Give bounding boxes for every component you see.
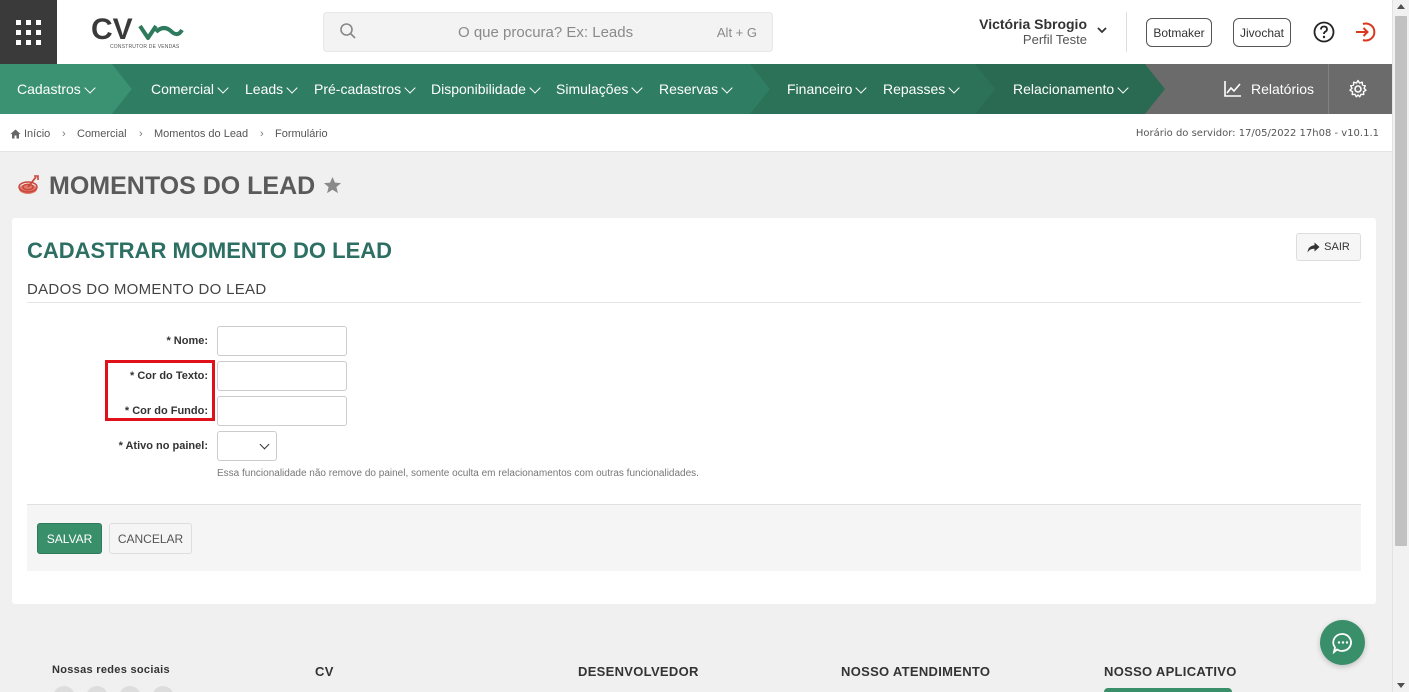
chevron-down-icon	[721, 81, 733, 94]
nav-repasses[interactable]: Repasses	[883, 64, 960, 114]
breadcrumb-separator: ›	[139, 128, 143, 140]
chevron-down-icon	[855, 81, 868, 94]
jivochat-button[interactable]: Jivochat	[1233, 18, 1291, 47]
top-header: CV CONSTRUTOR DE VENDAS O que procura? E…	[0, 0, 1392, 64]
nome-label: * Nome:	[166, 335, 208, 347]
gear-icon[interactable]	[1348, 79, 1368, 99]
nav-financeiro[interactable]: Financeiro	[787, 64, 868, 114]
chevron-down-icon	[217, 81, 229, 94]
nav-reservas[interactable]: Reservas	[659, 64, 733, 114]
chart-icon	[1224, 81, 1241, 97]
nav-leads[interactable]: Leads	[245, 64, 298, 114]
social-icon[interactable]	[86, 686, 108, 692]
breadcrumb-comercial[interactable]: Comercial	[77, 128, 127, 140]
ativo-painel-select[interactable]	[217, 431, 277, 461]
nav-relatorios[interactable]: Relatórios	[1223, 64, 1314, 114]
breadcrumb-formulario: Formulário	[275, 128, 328, 140]
form-card: CADASTRAR MOMENTO DO LEAD SAIR DADOS DO …	[12, 218, 1376, 604]
header-divider	[1126, 12, 1127, 52]
breadcrumb-inicio[interactable]: Início	[24, 128, 50, 140]
scrollbar[interactable]	[1392, 0, 1409, 692]
user-profile: Perfil Teste	[1022, 32, 1087, 47]
chevron-down-icon	[286, 81, 298, 94]
form-title: CADASTRAR MOMENTO DO LEAD	[27, 238, 393, 263]
social-icon[interactable]	[119, 686, 141, 692]
ativo-painel-label: * Ativo no painel:	[118, 440, 208, 452]
logo-subtitle: CONSTRUTOR DE VENDAS	[110, 44, 180, 50]
chat-button[interactable]	[1320, 620, 1365, 665]
nome-input[interactable]	[217, 326, 347, 356]
cor-texto-input[interactable]	[217, 361, 347, 391]
share-arrow-icon	[1307, 242, 1320, 252]
nav-relacionamento[interactable]: Relacionamento	[1013, 64, 1129, 114]
app-store-button[interactable]	[1104, 688, 1232, 692]
svg-text:CV: CV	[91, 13, 133, 46]
chevron-down-icon	[529, 81, 541, 94]
logout-icon[interactable]	[1354, 21, 1376, 43]
search-box[interactable]: O que procura? Ex: Leads Alt + G	[323, 12, 773, 52]
breadcrumb-momentos[interactable]: Momentos do Lead	[154, 128, 248, 140]
cv-logo-icon: CV	[91, 13, 184, 46]
footer-cv-title: CV	[315, 664, 334, 679]
breadcrumb: Início › Comercial › Momentos do Lead › …	[0, 114, 1392, 152]
nav-divider	[1328, 64, 1329, 114]
nav-comercial[interactable]: Comercial	[151, 64, 229, 114]
cancel-button[interactable]: CANCELAR	[109, 523, 192, 554]
chevron-down-icon	[404, 81, 416, 94]
breadcrumb-separator: ›	[62, 128, 66, 140]
section-title: DADOS DO MOMENTO DO LEAD	[27, 281, 267, 298]
form-actions: SALVAR CANCELAR	[27, 504, 1361, 571]
ativo-help-text: Essa funcionalidade não remove do painel…	[217, 468, 699, 479]
scroll-thumb[interactable]	[1395, 16, 1407, 546]
chevron-down-icon	[259, 439, 270, 450]
favorite-star-icon[interactable]	[323, 176, 342, 195]
social-icon[interactable]	[53, 686, 75, 692]
main-nav: Cadastros Comercial Leads Pré-cadastros …	[0, 64, 1392, 114]
chevron-down-icon	[1097, 27, 1107, 34]
nav-simulacoes[interactable]: Simulações	[556, 64, 644, 114]
cor-fundo-input[interactable]	[217, 396, 347, 426]
footer-app-title: NOSSO APLICATIVO	[1104, 664, 1237, 679]
exit-button[interactable]: SAIR	[1296, 233, 1361, 261]
footer-dev-title: DESENVOLVEDOR	[578, 664, 699, 679]
highlight-box	[105, 360, 215, 421]
search-shortcut: Alt + G	[716, 25, 757, 40]
footer-social-title: Nossas redes sociais	[52, 664, 170, 676]
section-divider	[27, 302, 1361, 303]
home-icon	[10, 129, 21, 139]
search-icon	[340, 23, 356, 39]
help-icon[interactable]	[1313, 21, 1335, 43]
social-icon[interactable]	[152, 686, 174, 692]
nav-disponibilidade[interactable]: Disponibilidade	[431, 64, 541, 114]
chevron-down-icon	[84, 81, 96, 94]
botmaker-button[interactable]: Botmaker	[1146, 18, 1212, 47]
server-time: Horário do servidor: 17/05/2022 17h08 - …	[1135, 128, 1379, 139]
chevron-down-icon	[1117, 81, 1129, 94]
chevron-down-icon	[948, 81, 960, 94]
breadcrumb-separator: ›	[260, 128, 264, 140]
scroll-down-arrow-icon[interactable]	[1397, 683, 1405, 688]
apps-menu-button[interactable]	[0, 0, 57, 64]
scroll-up-arrow-icon[interactable]	[1397, 4, 1405, 9]
save-button[interactable]: SALVAR	[37, 523, 102, 554]
search-input[interactable]: O que procura? Ex: Leads	[458, 24, 633, 41]
target-icon	[18, 175, 39, 194]
nav-cadastros[interactable]: Cadastros	[17, 64, 96, 114]
page-title: MOMENTOS DO LEAD	[49, 172, 316, 200]
user-name: Victória Sbrogio	[979, 16, 1087, 32]
nav-pre-cadastros[interactable]: Pré-cadastros	[314, 64, 416, 114]
apps-grid-icon	[16, 19, 41, 45]
footer-support-title: NOSSO ATENDIMENTO	[841, 664, 991, 679]
chevron-down-icon	[631, 81, 644, 94]
chat-bubble-icon	[1331, 632, 1352, 654]
